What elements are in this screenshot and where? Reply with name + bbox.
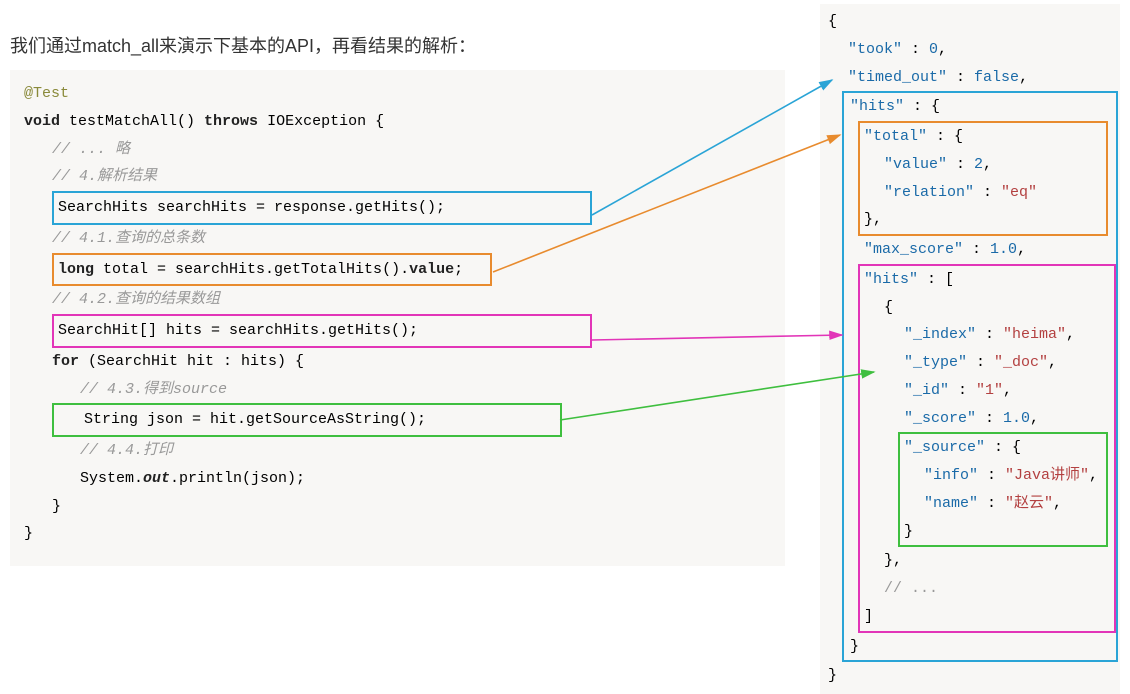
semi: ; bbox=[454, 261, 463, 278]
json-item-close: }, bbox=[864, 547, 1110, 575]
method-name: testMatchAll() bbox=[60, 113, 204, 130]
json-hits-close: } bbox=[848, 633, 1112, 661]
line-print: System.out.println(json); bbox=[24, 465, 771, 493]
json-total-close: }, bbox=[864, 206, 1102, 234]
java-code-block: @Test void testMatchAll() throws IOExcep… bbox=[10, 70, 785, 566]
json-hits-box: "hits" : { "total" : { "value" : 2, "rel… bbox=[842, 91, 1118, 662]
print-b: .println(json); bbox=[170, 470, 305, 487]
json-maxscore: "max_score" : 1.0, bbox=[848, 236, 1112, 264]
annotation-test: @Test bbox=[24, 80, 771, 108]
json-value: "value" : 2, bbox=[864, 151, 1102, 179]
kw-for: for bbox=[52, 353, 79, 370]
json-type: "_type" : "_doc", bbox=[864, 349, 1110, 377]
json-item-open: { bbox=[864, 294, 1110, 322]
brace-close-outer: } bbox=[24, 520, 771, 548]
line-source: String json = hit.getSourceAsString(); bbox=[52, 403, 562, 437]
line-hitsarray: SearchHit[] hits = searchHits.getHits(); bbox=[52, 314, 592, 348]
json-relation: "relation" : "eq" bbox=[864, 179, 1102, 207]
json-array-close: ] bbox=[864, 603, 1110, 631]
json-name: "name" : "赵云", bbox=[904, 490, 1102, 518]
json-close: } bbox=[828, 662, 1112, 690]
kw-throws: throws bbox=[204, 113, 258, 130]
print-a: System. bbox=[80, 470, 143, 487]
exc-type: IOException { bbox=[258, 113, 384, 130]
comment-41: // 4.1.查询的总条数 bbox=[24, 225, 771, 253]
json-response-block: { "took" : 0, "timed_out" : false, "hits… bbox=[820, 4, 1120, 694]
kw-void: void bbox=[24, 113, 60, 130]
comment-skip: // ... 略 bbox=[24, 136, 771, 164]
json-index: "_index" : "heima", bbox=[864, 321, 1110, 349]
json-info: "info" : "Java讲师", bbox=[904, 462, 1102, 490]
heading-text: 我们通过match_all来演示下基本的API，再看结果的解析： bbox=[10, 32, 476, 58]
json-total-open: "total" : { bbox=[864, 123, 1102, 151]
json-source-close: } bbox=[904, 518, 1102, 546]
brace-close-inner: } bbox=[24, 493, 771, 521]
json-score: "_score" : 1.0, bbox=[864, 405, 1110, 433]
kw-long: long bbox=[58, 261, 94, 278]
for-loop: for (SearchHit hit : hits) { bbox=[24, 348, 771, 376]
json-source-box: "_source" : { "info" : "Java讲师", "name" … bbox=[898, 432, 1108, 547]
comment-43: // 4.3.得到source bbox=[24, 376, 771, 404]
line-total: long total = searchHits.getTotalHits().v… bbox=[52, 253, 492, 287]
for-rest: (SearchHit hit : hits) { bbox=[79, 353, 304, 370]
json-ellipsis: // ... bbox=[864, 575, 1110, 603]
json-open: { bbox=[828, 8, 1112, 36]
print-out: out bbox=[143, 470, 170, 487]
json-took: "took" : 0, bbox=[828, 36, 1112, 64]
comment-4: // 4.解析结果 bbox=[24, 163, 771, 191]
json-hits2-open: "hits" : [ bbox=[864, 266, 1110, 294]
json-source-open: "_source" : { bbox=[904, 434, 1102, 462]
method-signature: void testMatchAll() throws IOException { bbox=[24, 108, 771, 136]
comment-44: // 4.4.打印 bbox=[24, 437, 771, 465]
json-total-box: "total" : { "value" : 2, "relation" : "e… bbox=[858, 121, 1108, 236]
line-gethits: SearchHits searchHits = response.getHits… bbox=[52, 191, 592, 225]
total-mid: total = searchHits.getTotalHits(). bbox=[94, 261, 409, 278]
json-hits-array-box: "hits" : [ { "_index" : "heima", "_type"… bbox=[858, 264, 1116, 633]
json-id: "_id" : "1", bbox=[864, 377, 1110, 405]
comment-42: // 4.2.查询的结果数组 bbox=[24, 286, 771, 314]
json-timedout: "timed_out" : false, bbox=[828, 64, 1112, 92]
json-hits-open: "hits" : { bbox=[848, 93, 1112, 121]
value-field: value bbox=[409, 261, 454, 278]
